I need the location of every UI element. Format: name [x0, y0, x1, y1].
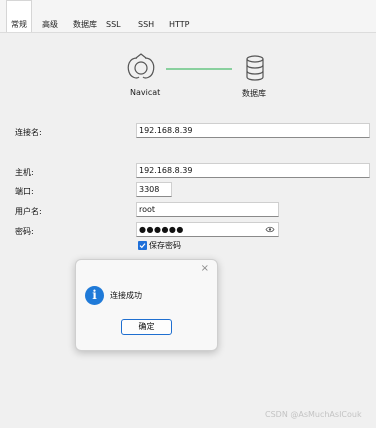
watermark: CSDN @AsMuchAsICouk [265, 410, 362, 419]
port-label: 端口: [15, 187, 34, 196]
password-input[interactable]: ●●●●●● [136, 222, 279, 237]
tab-ssh[interactable]: SSH [138, 0, 154, 32]
info-icon: i [85, 286, 104, 305]
save-password-checkbox[interactable] [138, 241, 147, 250]
tab-http-label: HTTP [169, 20, 190, 29]
tab-database-label: 数据库 [73, 20, 97, 29]
tab-ssl[interactable]: SSL [106, 0, 121, 32]
connection-name-input[interactable]: 192.168.8.39 [136, 123, 370, 138]
host-input[interactable]: 192.168.8.39 [136, 163, 370, 178]
navicat-label: Navicat [130, 88, 161, 97]
tab-http[interactable]: HTTP [169, 0, 189, 32]
dialog-message: 连接成功 [110, 291, 142, 300]
tab-bar: 常规 高级 数据库 SSL SSH HTTP [0, 0, 376, 32]
eye-icon[interactable] [265, 226, 275, 233]
connection-success-dialog: × i 连接成功 确定 [75, 259, 218, 351]
database-icon [246, 55, 264, 81]
connection-name-label: 连接名: [15, 128, 42, 137]
tab-database[interactable]: 数据库 [73, 0, 97, 32]
navicat-logo-icon [127, 53, 155, 79]
checkmark-icon [139, 243, 146, 249]
password-value: ●●●●●● [139, 225, 184, 234]
username-label: 用户名: [15, 207, 42, 216]
port-input[interactable]: 3308 [136, 182, 172, 197]
host-label: 主机: [15, 168, 34, 177]
tab-general-label: 常规 [11, 20, 27, 29]
password-label: 密码: [15, 227, 34, 236]
close-icon[interactable]: × [201, 263, 209, 275]
database-label: 数据库 [242, 89, 266, 98]
tab-advanced[interactable]: 高级 [42, 0, 58, 32]
save-password-label: 保存密码 [149, 241, 181, 250]
ok-button[interactable]: 确定 [121, 319, 172, 335]
username-input[interactable]: root [136, 202, 279, 217]
tab-general[interactable]: 常规 [6, 0, 32, 32]
connection-graphic: Navicat 数据库 [125, 52, 285, 100]
tab-advanced-label: 高级 [42, 20, 58, 29]
tab-ssl-label: SSL [106, 20, 121, 29]
tab-ssh-label: SSH [138, 20, 155, 29]
